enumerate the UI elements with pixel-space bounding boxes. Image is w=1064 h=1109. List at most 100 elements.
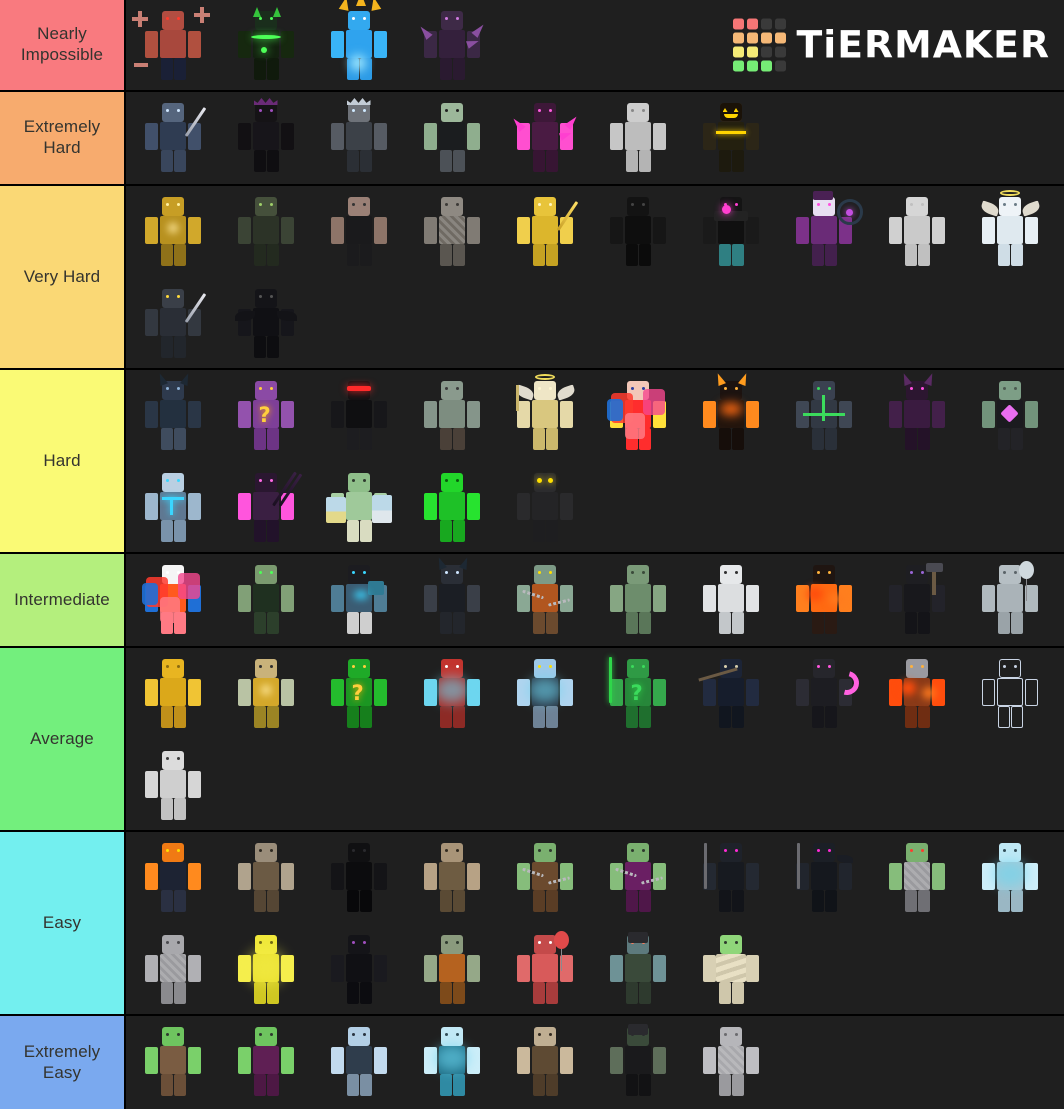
tier-item[interactable] — [591, 370, 684, 462]
tier-item[interactable] — [126, 278, 219, 368]
tier-item[interactable] — [684, 924, 777, 1014]
tier-item[interactable] — [591, 92, 684, 184]
tier-item[interactable] — [312, 92, 405, 184]
tier-item[interactable]: ? — [312, 648, 405, 740]
tier-item[interactable] — [126, 0, 219, 90]
tier-label[interactable]: Average — [0, 648, 126, 830]
tier-item[interactable] — [126, 370, 219, 462]
tier-item[interactable] — [498, 186, 591, 278]
tier-item[interactable] — [126, 186, 219, 278]
tier-item[interactable] — [219, 554, 312, 646]
tier-item[interactable] — [219, 186, 312, 278]
tier-item[interactable] — [684, 370, 777, 462]
tier-item[interactable] — [126, 648, 219, 740]
tier-item[interactable] — [591, 1016, 684, 1108]
tier-item[interactable] — [126, 1016, 219, 1108]
tier-item[interactable] — [684, 1016, 777, 1108]
tier-item[interactable] — [405, 832, 498, 924]
tier-item[interactable] — [219, 0, 312, 90]
tier-label[interactable]: Extremely Easy — [0, 1016, 126, 1109]
tier-item[interactable] — [498, 554, 591, 646]
tier-label[interactable]: Hard — [0, 370, 126, 552]
tier-item[interactable] — [870, 186, 963, 278]
tier-item[interactable] — [312, 1016, 405, 1108]
tier-item[interactable] — [405, 370, 498, 462]
tier-items-area[interactable]: TiERMAKER — [126, 0, 1064, 90]
tier-item[interactable] — [963, 832, 1056, 924]
tier-item[interactable] — [684, 832, 777, 924]
tier-item[interactable] — [684, 554, 777, 646]
tier-items-area[interactable] — [126, 186, 1064, 368]
tier-item[interactable] — [405, 648, 498, 740]
tier-item[interactable] — [312, 186, 405, 278]
tier-item[interactable] — [312, 924, 405, 1014]
tier-item[interactable] — [963, 554, 1056, 646]
tier-item[interactable] — [498, 1016, 591, 1108]
tier-item[interactable] — [405, 0, 498, 90]
tier-item[interactable] — [219, 1016, 312, 1108]
tier-item[interactable] — [405, 1016, 498, 1108]
tier-item[interactable] — [591, 832, 684, 924]
tier-item[interactable] — [498, 924, 591, 1014]
tier-label[interactable]: Intermediate — [0, 554, 126, 646]
tier-item[interactable] — [777, 370, 870, 462]
tier-label[interactable]: Very Hard — [0, 186, 126, 368]
tier-item[interactable]: ? — [591, 648, 684, 740]
tier-item[interactable] — [219, 278, 312, 368]
tier-items-area[interactable] — [126, 832, 1064, 1014]
tier-item[interactable] — [312, 370, 405, 462]
tier-item[interactable] — [684, 92, 777, 184]
tier-item[interactable] — [126, 462, 219, 552]
tier-item[interactable] — [963, 648, 1056, 740]
tier-item[interactable] — [591, 924, 684, 1014]
tier-item[interactable] — [870, 554, 963, 646]
tier-item[interactable] — [312, 462, 405, 552]
tier-items-area[interactable]: ? — [126, 648, 1064, 830]
tier-item[interactable] — [777, 186, 870, 278]
tier-item[interactable] — [126, 92, 219, 184]
tier-item[interactable] — [312, 554, 405, 646]
tier-item[interactable] — [219, 462, 312, 552]
tier-item[interactable]: ? — [219, 370, 312, 462]
tier-items-area[interactable] — [126, 554, 1064, 646]
tier-item[interactable] — [405, 924, 498, 1014]
tier-item[interactable] — [777, 554, 870, 646]
tier-item[interactable] — [498, 92, 591, 184]
tier-item[interactable] — [498, 832, 591, 924]
tier-item[interactable] — [963, 186, 1056, 278]
tier-item[interactable] — [870, 370, 963, 462]
avatar-figure — [789, 657, 863, 731]
tier-item[interactable] — [684, 186, 777, 278]
tier-item[interactable] — [405, 186, 498, 278]
tier-label[interactable]: Extremely Hard — [0, 92, 126, 184]
tier-item[interactable] — [405, 92, 498, 184]
tier-items-area[interactable] — [126, 92, 1064, 184]
tier-item[interactable] — [498, 648, 591, 740]
tier-items-area[interactable]: ? — [126, 370, 1064, 552]
tier-item[interactable] — [126, 740, 219, 830]
tier-item[interactable] — [219, 924, 312, 1014]
tier-item[interactable] — [870, 648, 963, 740]
tier-item[interactable] — [870, 832, 963, 924]
tier-item[interactable] — [219, 92, 312, 184]
tier-item[interactable] — [219, 832, 312, 924]
tier-item[interactable] — [498, 370, 591, 462]
tier-item[interactable] — [126, 554, 219, 646]
tier-item[interactable] — [219, 648, 312, 740]
tier-item[interactable] — [591, 186, 684, 278]
tier-label[interactable]: Nearly Impossible — [0, 0, 126, 90]
tier-item[interactable] — [405, 554, 498, 646]
tier-label[interactable]: Easy — [0, 832, 126, 1014]
tier-item[interactable] — [405, 462, 498, 552]
tier-item[interactable] — [777, 832, 870, 924]
tier-item[interactable] — [312, 0, 405, 90]
tier-item[interactable] — [126, 924, 219, 1014]
tier-item[interactable] — [126, 832, 219, 924]
tier-item[interactable] — [777, 648, 870, 740]
tier-item[interactable] — [312, 832, 405, 924]
tier-item[interactable] — [498, 462, 591, 552]
tier-item[interactable] — [684, 648, 777, 740]
tier-item[interactable] — [591, 554, 684, 646]
tier-items-area[interactable] — [126, 1016, 1064, 1109]
tier-item[interactable] — [963, 370, 1056, 462]
